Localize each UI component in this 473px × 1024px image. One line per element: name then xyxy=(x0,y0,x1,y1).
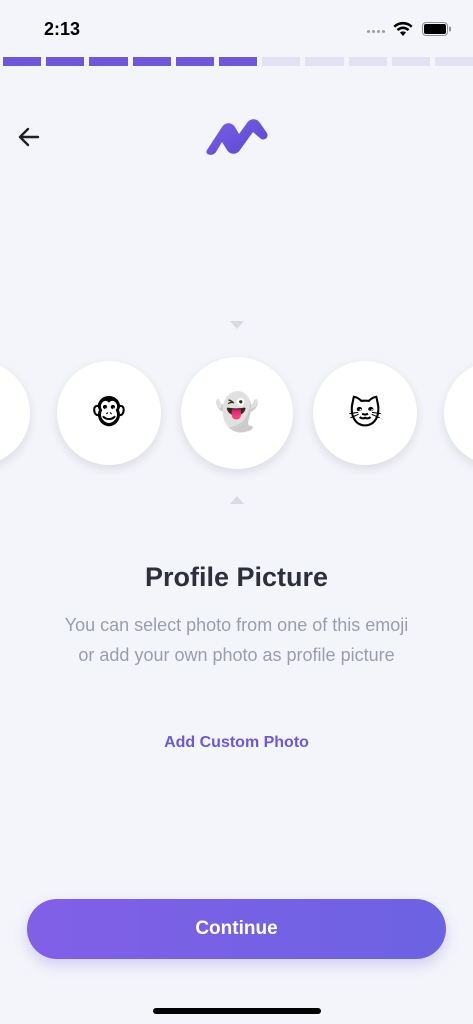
wifi-icon xyxy=(393,21,413,36)
ghost-icon: 👻 xyxy=(214,392,260,433)
page-title: Profile Picture xyxy=(144,562,329,592)
battery-icon xyxy=(422,22,451,36)
progress-segment xyxy=(348,57,387,66)
progress-segment xyxy=(391,57,430,66)
continue-button[interactable]: Continue xyxy=(27,899,446,959)
progress-segment xyxy=(46,57,85,66)
emoji-carousel[interactable]: 🐵 👻 🐱 xyxy=(0,350,473,480)
cat-face-icon: 🐱 xyxy=(348,394,382,432)
status-time: 2:13 xyxy=(44,19,81,39)
arrow-left-icon xyxy=(18,127,40,147)
progress-segment xyxy=(3,57,42,66)
caret-up-icon xyxy=(230,496,244,504)
progress-segment xyxy=(218,57,258,66)
progress-segment xyxy=(262,57,301,66)
progress-segment xyxy=(89,57,128,66)
progress-segment xyxy=(434,57,473,66)
status-bar: 2:13 xyxy=(0,0,473,52)
emoji-option[interactable] xyxy=(444,361,473,465)
progress-segment xyxy=(175,57,214,66)
caret-down-icon xyxy=(230,321,244,329)
emoji-option[interactable]: 🐵 xyxy=(57,361,161,465)
emoji-option[interactable] xyxy=(0,361,30,465)
emoji-option[interactable]: 🐱 xyxy=(313,361,417,465)
progress-segment xyxy=(305,57,344,66)
monkey-face-icon: 🐵 xyxy=(90,394,128,432)
cellular-dots-icon xyxy=(367,30,387,34)
back-button[interactable] xyxy=(12,120,46,154)
app-logo-icon xyxy=(206,119,268,155)
progress-segment xyxy=(132,57,171,66)
add-custom-photo-link[interactable]: Add Custom Photo xyxy=(0,734,473,752)
home-indicator xyxy=(153,1008,321,1014)
emoji-option-selected[interactable]: 👻 xyxy=(181,357,293,469)
step-progress-bar xyxy=(3,57,473,66)
page-description: You can select photo from one of this em… xyxy=(64,615,409,665)
